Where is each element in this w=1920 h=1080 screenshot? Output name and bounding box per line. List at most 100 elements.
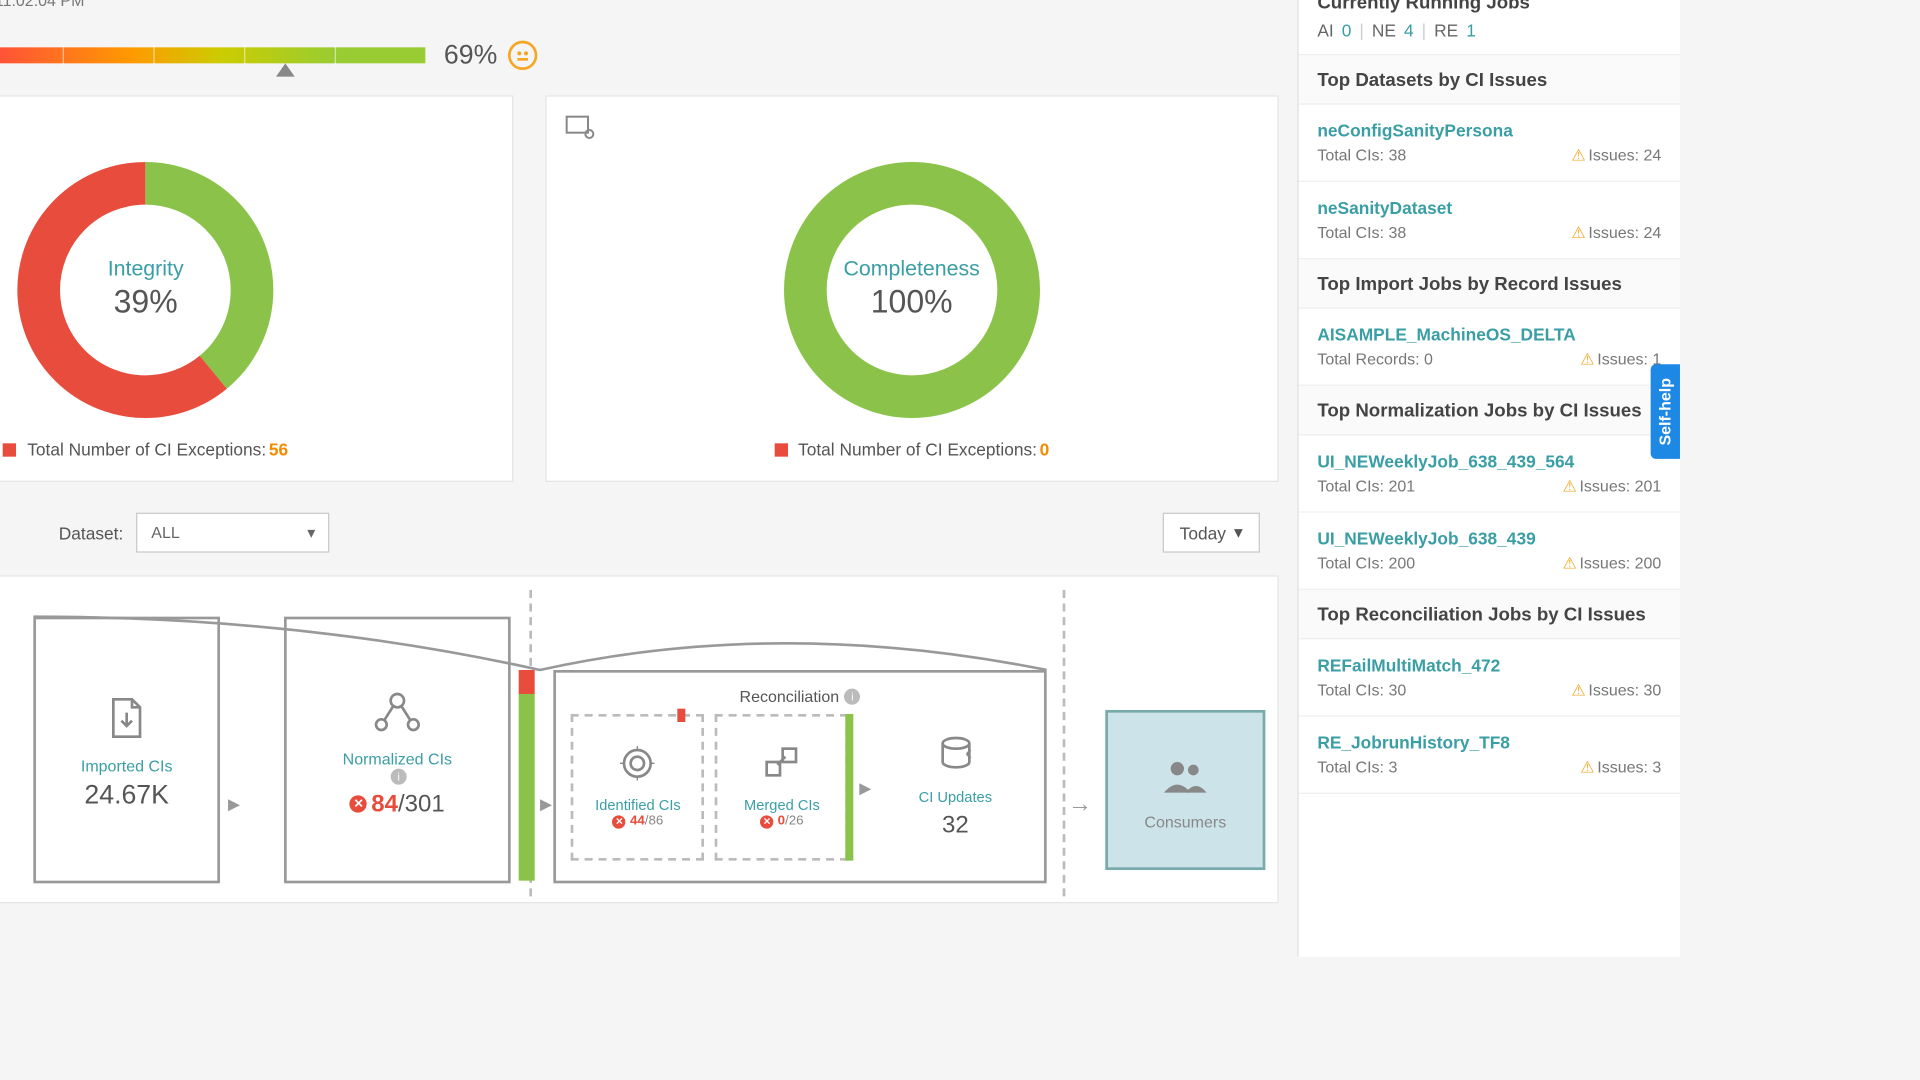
flow-canvas: Datasourcesi ✕ 5 /23 → (0, 575, 1279, 903)
stage-total: /86 (645, 814, 664, 829)
last-updated-timestamp: May 2, 2021, 11:02:04 PM (0, 0, 84, 10)
health-pointer (275, 63, 294, 76)
health-percent: 69% (444, 40, 497, 71)
sidebar-item-link[interactable]: neSanityDataset (1317, 198, 1661, 218)
stage-label: Imported CIs (81, 757, 173, 776)
donut-percent: 100% (871, 285, 953, 322)
sidebar-meta-left: Total CIs: 201 (1317, 477, 1415, 496)
sidebar-section-header: Top Datasets by CI Issues (1299, 55, 1680, 104)
sidebar-meta-right: ⚠Issues: 3 (1580, 758, 1661, 777)
neutral-face-icon (508, 41, 537, 70)
consumers-icon (1161, 757, 1209, 801)
exceptions-count: 0 (1040, 439, 1050, 459)
exceptions-label: Total Number of CI Exceptions: (27, 439, 266, 459)
stage-ci-updates[interactable]: CI Updates 32 (882, 714, 1029, 861)
exceptions-label: Total Number of CI Exceptions: (798, 439, 1037, 459)
sidebar-section-header: Top Import Jobs by Record Issues (1299, 259, 1680, 308)
job-count[interactable]: 1 (1466, 21, 1476, 41)
stage-consumers[interactable]: Consumers (1105, 710, 1265, 870)
sidebar-meta-right: ⚠Issues: 200 (1562, 554, 1661, 573)
sidebar-meta-left: Total CIs: 38 (1317, 146, 1406, 165)
job-count[interactable]: 4 (1404, 21, 1414, 41)
status-bar-green (846, 714, 854, 861)
sidebar-item-link[interactable]: AISAMPLE_MachineOS_DELTA (1317, 325, 1661, 345)
self-help-tab[interactable]: Self-help (1651, 365, 1680, 459)
sidebar-item-link[interactable]: neConfigSanityPersona (1317, 121, 1661, 141)
error-icon: ✕ (613, 815, 626, 828)
sidebar-item-link[interactable]: REFailMultiMatch_472 (1317, 655, 1661, 675)
warning-icon: ⚠ (1571, 146, 1585, 165)
import-icon (105, 697, 148, 746)
arrow-icon: ▸ (228, 790, 240, 818)
info-icon[interactable]: i (844, 689, 860, 705)
date-range-value: Today (1180, 523, 1226, 543)
stage-label: CI Updates (919, 790, 992, 806)
sidebar-item: AISAMPLE_MachineOS_DELTA Total Records: … (1299, 309, 1680, 386)
error-icon: ✕ (760, 815, 773, 828)
last-updated: Last updated at: May 2, 2021, 11:02:04 P… (0, 0, 1297, 23)
sidebar-meta-left: Total CIs: 30 (1317, 681, 1406, 700)
sidebar-meta-left: Total CIs: 200 (1317, 554, 1415, 573)
arrow-icon: ▸ (859, 773, 871, 801)
donut-percent: 39% (114, 285, 178, 322)
sidebar-meta-left: Total CIs: 3 (1317, 758, 1397, 777)
sidebar-item-link[interactable]: UI_NEWeeklyJob_638_439_564 (1317, 451, 1661, 471)
stage-value: 24.67K (84, 781, 169, 812)
arrow-icon: ▸ (540, 790, 552, 818)
sidebar-item: neConfigSanityPersona Total CIs: 38 ⚠Iss… (1299, 105, 1680, 182)
job-count[interactable]: 0 (1342, 21, 1352, 41)
legend-square (3, 443, 16, 456)
content-area: Last updated at: May 2, 2021, 11:02:04 P… (0, 0, 1297, 957)
dataflow-controls: Dataset: ALL ▾ (59, 513, 330, 553)
stage-total: /301 (398, 790, 445, 818)
error-icon: ✕ (350, 795, 367, 812)
donut-label: Integrity (108, 258, 184, 282)
status-bar-red (678, 709, 686, 722)
job-code: RE (1434, 21, 1458, 41)
stage-merged[interactable]: Merged CIs ✕ 0 /26 (715, 714, 848, 861)
sidebar-item-link[interactable]: UI_NEWeeklyJob_638_439 (1317, 529, 1661, 549)
running-jobs-section: Currently Running Jobs AI 0|NE 4|RE 1 (1299, 0, 1680, 55)
stage-identified[interactable]: Identified CIs ✕ 44 /86 (571, 714, 704, 861)
sidebar-item: neSanityDataset Total CIs: 38 ⚠Issues: 2… (1299, 182, 1680, 259)
stage-reconciliation: Reconciliation i Identified CIs ✕ 44 (553, 670, 1046, 883)
sidebar-item: REFailMultiMatch_472 Total CIs: 30 ⚠Issu… (1299, 639, 1680, 716)
card-icon (565, 122, 594, 145)
stage-label: Normalized CIs (343, 750, 452, 769)
sidebar-meta-right: ⚠Issues: 24 (1571, 223, 1661, 242)
running-jobs-row: AI 0|NE 4|RE 1 (1317, 21, 1661, 41)
dataset-label: Dataset: (59, 523, 124, 543)
sidebar-section-header: Top Normalization Jobs by CI Issues (1299, 386, 1680, 435)
merge-icon (765, 746, 800, 787)
stage-error-count: 84 (371, 790, 398, 818)
normalize-icon (373, 690, 421, 739)
flow-connector (33, 603, 1046, 683)
stage-value: 32 (942, 811, 969, 839)
status-bar-green (519, 694, 535, 881)
dataset-select[interactable]: ALL ▾ (137, 513, 330, 553)
warning-icon: ⚠ (1562, 477, 1576, 496)
donut-chart[interactable]: Completeness 100% (781, 159, 1042, 420)
dataflow-header: Data Flow i Dataset: ALL ▾ Today ▾ (0, 482, 1297, 567)
separator: | (1359, 21, 1364, 41)
stage-error-count: 44 (630, 814, 645, 829)
date-range-select[interactable]: Today ▾ (1162, 513, 1260, 553)
donut-chart[interactable]: Integrity 39% (15, 159, 276, 420)
health-card-integrity: Integrity 39% Total Number of CI Excepti… (0, 95, 513, 482)
chevron-down-icon: ▾ (307, 523, 315, 542)
info-icon[interactable]: i (391, 769, 407, 785)
running-jobs-title: Currently Running Jobs (1317, 0, 1661, 13)
donut-label: Completeness (843, 258, 979, 282)
sidebar-item-link[interactable]: RE_JobrunHistory_TF8 (1317, 733, 1661, 753)
stage-label: Reconciliation (740, 687, 840, 706)
target-icon (621, 746, 656, 787)
stage-label: Merged CIs (744, 798, 820, 814)
sidebar-meta-right: ⚠Issues: 24 (1571, 146, 1661, 165)
sidebar-meta-left: Total Records: 0 (1317, 350, 1433, 369)
warning-icon: ⚠ (1580, 758, 1594, 777)
arrow-icon: → (1068, 790, 1092, 818)
sidebar-item: UI_NEWeeklyJob_638_439_564 Total CIs: 20… (1299, 435, 1680, 512)
stage-error-count: 0 (778, 814, 785, 829)
exceptions-count: 56 (269, 439, 288, 459)
warning-icon: ⚠ (1571, 223, 1585, 242)
